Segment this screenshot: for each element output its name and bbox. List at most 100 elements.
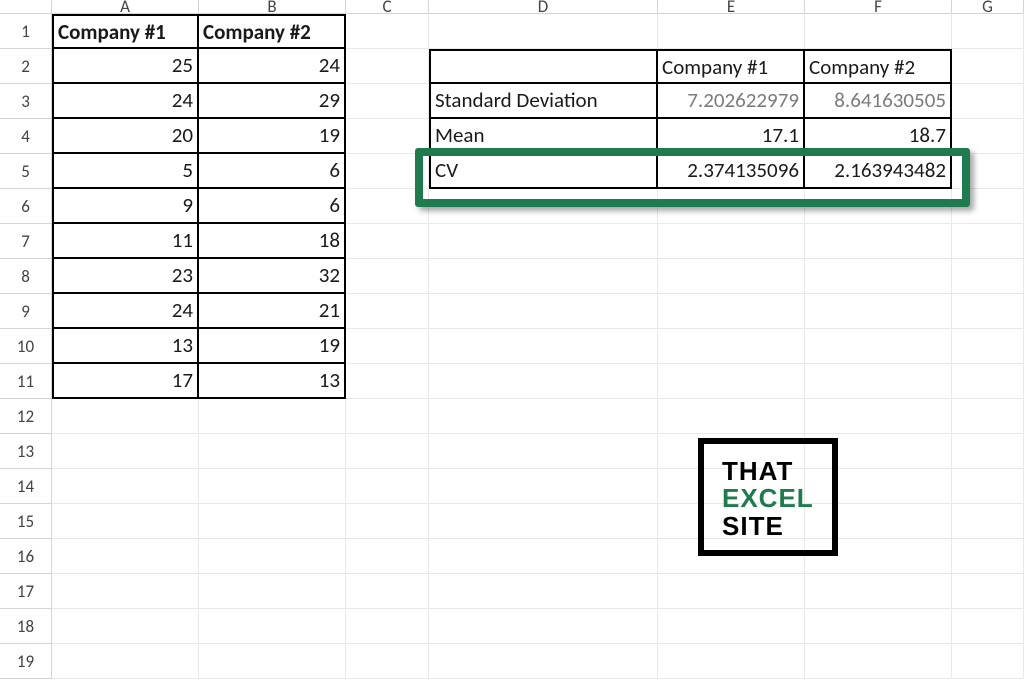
cell-D11[interactable] bbox=[429, 364, 658, 399]
cell-A8[interactable]: 23 bbox=[52, 259, 199, 294]
cell-A1[interactable]: Company #1 bbox=[52, 14, 199, 49]
cell-B16[interactable] bbox=[199, 539, 346, 574]
row-header-7[interactable]: 7 bbox=[0, 224, 52, 259]
cell-F1[interactable] bbox=[805, 14, 952, 49]
cell-D16[interactable] bbox=[429, 539, 658, 574]
cell-F3[interactable]: 8.641630505 bbox=[805, 84, 952, 119]
row-header-8[interactable]: 8 bbox=[0, 259, 52, 294]
cell-A9[interactable]: 24 bbox=[52, 294, 199, 329]
cell-G16[interactable] bbox=[952, 539, 1024, 574]
cell-F6[interactable] bbox=[805, 189, 952, 224]
cell-E3[interactable]: 7.202622979 bbox=[658, 84, 805, 119]
row-header-2[interactable]: 2 bbox=[0, 49, 52, 84]
cell-D19[interactable] bbox=[429, 644, 658, 679]
cell-E12[interactable] bbox=[658, 399, 805, 434]
cell-E6[interactable] bbox=[658, 189, 805, 224]
cell-G18[interactable] bbox=[952, 609, 1024, 644]
cell-A13[interactable] bbox=[52, 434, 199, 469]
cell-E5[interactable]: 2.374135096 bbox=[658, 154, 805, 189]
cell-E11[interactable] bbox=[658, 364, 805, 399]
row-header-6[interactable]: 6 bbox=[0, 189, 52, 224]
cell-E7[interactable] bbox=[658, 224, 805, 259]
cell-G14[interactable] bbox=[952, 469, 1024, 504]
column-header-F[interactable]: F bbox=[805, 0, 952, 14]
cell-F10[interactable] bbox=[805, 329, 952, 364]
cell-D8[interactable] bbox=[429, 259, 658, 294]
cell-B11[interactable]: 13 bbox=[199, 364, 346, 399]
cell-D2[interactable] bbox=[429, 49, 658, 84]
cell-B14[interactable] bbox=[199, 469, 346, 504]
cell-A10[interactable]: 13 bbox=[52, 329, 199, 364]
cell-C17[interactable] bbox=[346, 574, 429, 609]
cell-D4[interactable]: Mean bbox=[429, 119, 658, 154]
cell-C6[interactable] bbox=[346, 189, 429, 224]
cell-B13[interactable] bbox=[199, 434, 346, 469]
cell-E2[interactable]: Company #1 bbox=[658, 49, 805, 84]
cell-B8[interactable]: 32 bbox=[199, 259, 346, 294]
cell-A12[interactable] bbox=[52, 399, 199, 434]
column-header-E[interactable]: E bbox=[658, 0, 805, 14]
cell-B18[interactable] bbox=[199, 609, 346, 644]
cell-B2[interactable]: 24 bbox=[199, 49, 346, 84]
cell-F18[interactable] bbox=[805, 609, 952, 644]
cell-D5[interactable]: CV bbox=[429, 154, 658, 189]
cell-C14[interactable] bbox=[346, 469, 429, 504]
cell-D1[interactable] bbox=[429, 14, 658, 49]
cell-C13[interactable] bbox=[346, 434, 429, 469]
cell-D3[interactable]: Standard Deviation bbox=[429, 84, 658, 119]
cell-B17[interactable] bbox=[199, 574, 346, 609]
cell-F19[interactable] bbox=[805, 644, 952, 679]
row-header-5[interactable]: 5 bbox=[0, 154, 52, 189]
row-header-9[interactable]: 9 bbox=[0, 294, 52, 329]
cell-A18[interactable] bbox=[52, 609, 199, 644]
row-header-3[interactable]: 3 bbox=[0, 84, 52, 119]
cell-G5[interactable] bbox=[952, 154, 1024, 189]
cell-G13[interactable] bbox=[952, 434, 1024, 469]
cell-B3[interactable]: 29 bbox=[199, 84, 346, 119]
cell-C7[interactable] bbox=[346, 224, 429, 259]
cell-E9[interactable] bbox=[658, 294, 805, 329]
cell-F8[interactable] bbox=[805, 259, 952, 294]
cell-F17[interactable] bbox=[805, 574, 952, 609]
cell-G15[interactable] bbox=[952, 504, 1024, 539]
cell-A2[interactable]: 25 bbox=[52, 49, 199, 84]
cell-F2[interactable]: Company #2 bbox=[805, 49, 952, 84]
cell-B9[interactable]: 21 bbox=[199, 294, 346, 329]
cell-G10[interactable] bbox=[952, 329, 1024, 364]
cell-A16[interactable] bbox=[52, 539, 199, 574]
cell-C1[interactable] bbox=[346, 14, 429, 49]
cell-B19[interactable] bbox=[199, 644, 346, 679]
cell-B10[interactable]: 19 bbox=[199, 329, 346, 364]
row-header-1[interactable]: 1 bbox=[0, 14, 52, 49]
cell-D6[interactable] bbox=[429, 189, 658, 224]
cell-A5[interactable]: 5 bbox=[52, 154, 199, 189]
row-header-10[interactable]: 10 bbox=[0, 329, 52, 364]
cell-G11[interactable] bbox=[952, 364, 1024, 399]
cell-G6[interactable] bbox=[952, 189, 1024, 224]
cell-A4[interactable]: 20 bbox=[52, 119, 199, 154]
cell-A3[interactable]: 24 bbox=[52, 84, 199, 119]
cell-G3[interactable] bbox=[952, 84, 1024, 119]
column-header-G[interactable]: G bbox=[952, 0, 1024, 14]
cell-G12[interactable] bbox=[952, 399, 1024, 434]
cell-G19[interactable] bbox=[952, 644, 1024, 679]
cell-B5[interactable]: 6 bbox=[199, 154, 346, 189]
cell-G7[interactable] bbox=[952, 224, 1024, 259]
select-all-corner[interactable] bbox=[0, 0, 52, 14]
cell-B4[interactable]: 19 bbox=[199, 119, 346, 154]
cell-C3[interactable] bbox=[346, 84, 429, 119]
cell-D9[interactable] bbox=[429, 294, 658, 329]
row-header-18[interactable]: 18 bbox=[0, 609, 52, 644]
cell-G1[interactable] bbox=[952, 14, 1024, 49]
cell-C9[interactable] bbox=[346, 294, 429, 329]
cell-F11[interactable] bbox=[805, 364, 952, 399]
cell-B6[interactable]: 6 bbox=[199, 189, 346, 224]
cell-F12[interactable] bbox=[805, 399, 952, 434]
cell-F9[interactable] bbox=[805, 294, 952, 329]
row-header-13[interactable]: 13 bbox=[0, 434, 52, 469]
cell-G17[interactable] bbox=[952, 574, 1024, 609]
row-header-16[interactable]: 16 bbox=[0, 539, 52, 574]
cell-F7[interactable] bbox=[805, 224, 952, 259]
row-header-12[interactable]: 12 bbox=[0, 399, 52, 434]
cell-D18[interactable] bbox=[429, 609, 658, 644]
